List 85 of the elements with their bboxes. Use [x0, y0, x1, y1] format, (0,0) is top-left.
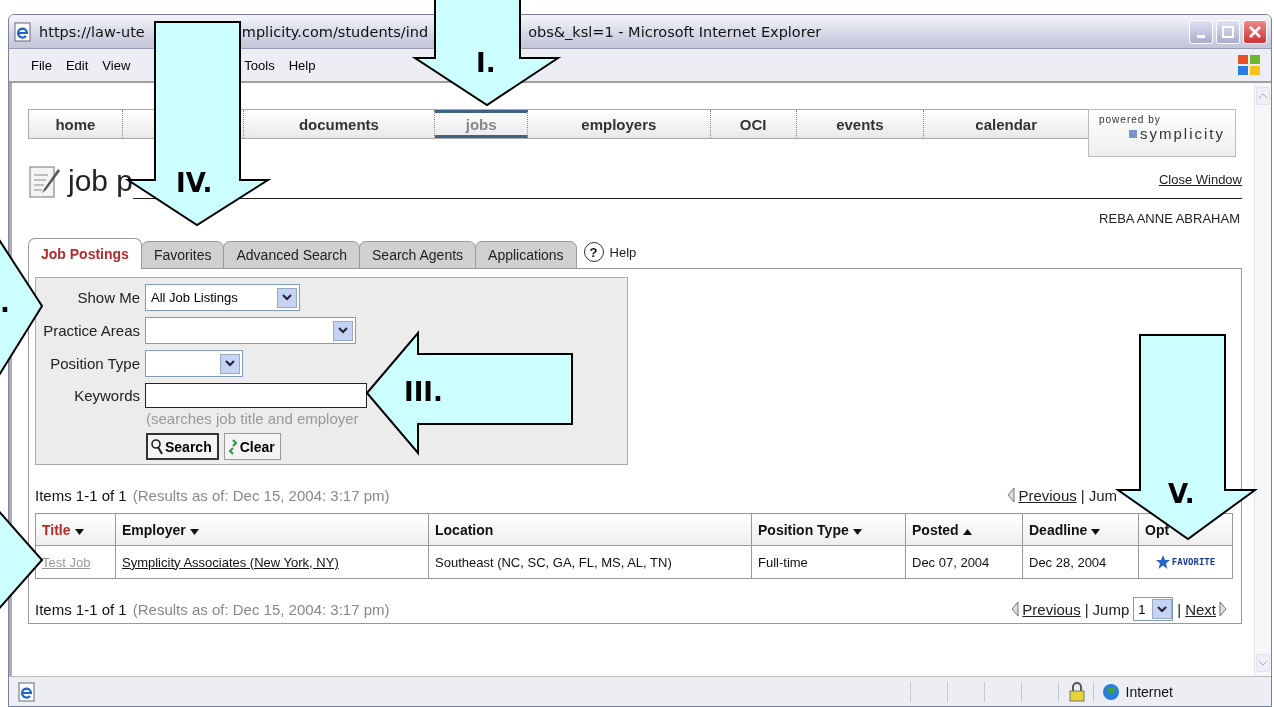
- scroll-down-icon: [1258, 660, 1268, 666]
- field-label: Keywords: [73, 387, 140, 404]
- scrollbar[interactable]: [1254, 83, 1271, 676]
- callout-label: III.: [404, 377, 443, 407]
- separator: |: [1177, 600, 1182, 618]
- nav-link[interactable]: events: [796, 110, 925, 138]
- clear-button[interactable]: Clear: [223, 433, 281, 460]
- menu-item[interactable]: View: [102, 57, 131, 73]
- triangle-left-icon: [1007, 487, 1016, 503]
- powered-by-caption: powered by: [1099, 114, 1162, 125]
- table-cell: Southeast (NC, SC, GA, FL, MS, AL, TN): [428, 545, 752, 579]
- triangle-right-icon: [1219, 601, 1227, 617]
- notepad-icon: [28, 163, 62, 199]
- jump-label: Jum: [1088, 486, 1117, 504]
- help-link[interactable]: Help: [609, 245, 637, 260]
- results-timestamp: (Results as of: Dec 15, 2004: 3:17 pm): [132, 486, 390, 504]
- refresh-icon: [227, 438, 238, 455]
- window-title: obs&_ksl=1 - Microsoft Internet Explorer: [528, 23, 822, 40]
- search-hint: (searches job title and employer: [146, 410, 360, 427]
- globe-icon: [1101, 682, 1120, 701]
- dropdown-field[interactable]: [145, 317, 356, 344]
- jump-label: Jump: [1092, 600, 1130, 618]
- callout-label: I.: [476, 48, 496, 78]
- nav-link[interactable]: employers: [528, 110, 711, 138]
- window-title: mplicity.com/students/ind: [241, 23, 429, 40]
- table-cell: Full-time: [751, 545, 906, 579]
- dropdown-field[interactable]: [145, 350, 243, 377]
- column-header[interactable]: Posted: [905, 513, 1023, 546]
- user-name: REBA ANNE ABRAHAM: [1098, 211, 1240, 226]
- field-label: Position Type: [49, 355, 140, 372]
- tab[interactable]: Favorites: [140, 241, 225, 269]
- callout-label: V.: [1168, 479, 1195, 509]
- page-icon: [17, 681, 37, 702]
- star-icon: [1155, 555, 1170, 569]
- nav-link[interactable]: OCI: [710, 110, 797, 138]
- callout-label: .: [0, 288, 10, 318]
- field-label: Show Me: [76, 289, 140, 306]
- column-header[interactable]: Employer: [115, 513, 429, 546]
- results-timestamp: (Results as of: Dec 15, 2004: 3:17 pm): [132, 600, 390, 618]
- column-header[interactable]: Position Type: [751, 513, 906, 546]
- dropdown-field[interactable]: All Job Listings: [145, 284, 300, 311]
- previous-link[interactable]: Previous: [1007, 486, 1077, 504]
- close-icon: [1249, 25, 1261, 38]
- separator: |: [1084, 600, 1089, 618]
- tab[interactable]: Job Postings: [28, 238, 142, 269]
- brand-name: symplicity: [1129, 125, 1225, 142]
- items-count: Items 1-1 of 1: [35, 486, 127, 504]
- minimize-button[interactable]: [1189, 19, 1213, 44]
- column-header[interactable]: Title: [35, 513, 116, 546]
- table-cell: Dec 07, 2004: [905, 545, 1023, 579]
- menu-item[interactable]: Edit: [65, 57, 89, 73]
- callout-label: IV.: [176, 168, 213, 198]
- minimize-icon: [1197, 35, 1205, 38]
- magnifier-icon: [151, 438, 163, 455]
- security-zone: Internet: [1125, 683, 1173, 700]
- search-button[interactable]: Search: [146, 433, 219, 460]
- keywords-field[interactable]: [145, 383, 367, 408]
- scroll-up-icon: [1258, 93, 1268, 99]
- nav-link[interactable]: home: [29, 110, 123, 138]
- tab[interactable]: Search Agents: [359, 241, 477, 269]
- padlock-icon: [1068, 681, 1085, 702]
- maximize-button[interactable]: [1216, 19, 1240, 44]
- page-select[interactable]: 1: [1133, 597, 1174, 621]
- close-button[interactable]: [1243, 19, 1267, 44]
- next-link[interactable]: Next: [1185, 600, 1227, 618]
- triangle-left-icon: [1011, 601, 1020, 617]
- menu-item[interactable]: Tools: [244, 57, 275, 73]
- field-label: Practice Areas: [42, 322, 140, 339]
- menu-item[interactable]: Help: [288, 57, 316, 73]
- column-header[interactable]: Location: [428, 513, 752, 546]
- tab[interactable]: Advanced Search: [223, 241, 360, 269]
- square-icon: [1129, 129, 1137, 138]
- nav-link[interactable]: documents: [243, 110, 436, 138]
- browser-icon: [13, 21, 33, 42]
- table-cell: Dec 28, 2004: [1022, 545, 1139, 579]
- previous-link[interactable]: Previous: [1011, 600, 1081, 618]
- close-window-link[interactable]: Close Window: [1158, 172, 1242, 187]
- maximize-icon: [1222, 25, 1234, 38]
- menu-item[interactable]: File: [31, 57, 52, 73]
- separator: |: [1080, 486, 1085, 504]
- window-title: https://law-ute: [39, 23, 145, 40]
- column-header[interactable]: Deadline: [1022, 513, 1139, 546]
- items-count: Items 1-1 of 1: [35, 600, 127, 618]
- tab[interactable]: Applications: [475, 241, 577, 269]
- windows-logo-icon: [1237, 54, 1261, 76]
